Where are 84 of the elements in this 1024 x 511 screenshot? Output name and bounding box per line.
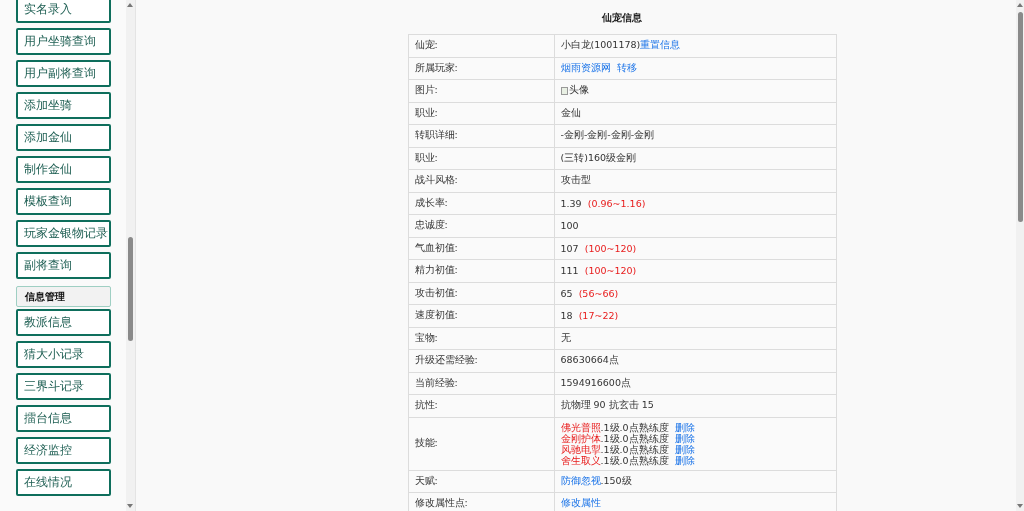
range-note: (17~22) bbox=[578, 310, 619, 322]
sidebar-item[interactable]: 实名录入 bbox=[16, 0, 111, 23]
panel-title: 仙宠信息 bbox=[602, 11, 642, 25]
skill-detail: .1级.0点熟练度 bbox=[600, 421, 669, 433]
field-value: 111 bbox=[560, 265, 579, 277]
skill-detail: .1级.0点熟练度 bbox=[600, 454, 669, 466]
field-value: 小白龙(1001178) bbox=[560, 39, 641, 51]
field-label: 天赋: bbox=[408, 470, 554, 493]
field-value: 1594916600点 bbox=[560, 376, 631, 388]
sidebar-item[interactable]: 制作金仙 bbox=[16, 156, 111, 183]
sidebar-item[interactable]: 擂台信息 bbox=[16, 405, 111, 432]
field-value: 107 bbox=[560, 242, 579, 254]
sidebar-item[interactable]: 模板查询 bbox=[16, 188, 111, 215]
delete-link[interactable]: 删除 bbox=[674, 421, 695, 433]
skill-detail: .1级.0点熟练度 bbox=[600, 443, 669, 455]
scroll-down-icon[interactable] bbox=[1017, 504, 1023, 508]
field-value: 65 bbox=[560, 287, 573, 299]
field-value: -金刚-金刚-金刚-金刚 bbox=[560, 129, 655, 141]
field-label: 技能: bbox=[408, 417, 554, 470]
field-label: 忠诚度: bbox=[408, 214, 554, 237]
scrollbar-thumb[interactable] bbox=[128, 237, 133, 341]
scroll-up-icon[interactable] bbox=[1017, 3, 1023, 7]
field-label: 成长率: bbox=[408, 192, 554, 215]
field-label: 当前经验: bbox=[408, 372, 554, 395]
sidebar-item[interactable]: 在线情况 bbox=[16, 469, 111, 496]
field-label: 所属玩家: bbox=[408, 57, 554, 80]
range-note: (56~66) bbox=[578, 287, 619, 299]
field-label: 职业: bbox=[408, 102, 554, 125]
field-value: 无 bbox=[560, 331, 571, 343]
field-label: 气血初值: bbox=[408, 237, 554, 260]
link[interactable]: 重置信息 bbox=[640, 39, 681, 51]
link[interactable]: 修改属性 bbox=[560, 497, 601, 509]
field-label: 图片: bbox=[408, 79, 554, 102]
field-value: 金仙 bbox=[560, 106, 581, 118]
field-value: 68630664点 bbox=[560, 354, 619, 366]
field-label: 仙宠: bbox=[408, 34, 554, 57]
field-value: 1.39 bbox=[560, 197, 582, 209]
sidebar-item[interactable]: 玩家金银物记录 bbox=[16, 220, 111, 247]
scroll-up-icon[interactable] bbox=[127, 3, 133, 7]
skill-name: 佛光普照 bbox=[560, 421, 601, 433]
field-label: 转职详细: bbox=[408, 124, 554, 147]
scroll-down-icon[interactable] bbox=[127, 504, 133, 508]
broken-image: 头像 bbox=[560, 84, 589, 98]
section-header: 信息管理 bbox=[16, 286, 111, 307]
field-label: 战斗风格: bbox=[408, 169, 554, 192]
sidebar-item[interactable]: 经济监控 bbox=[16, 437, 111, 464]
field-label: 速度初值: bbox=[408, 304, 554, 327]
field-value: (三转)160级金刚 bbox=[560, 151, 637, 163]
page-scrollbar[interactable] bbox=[1016, 0, 1024, 511]
field-label: 宝物: bbox=[408, 327, 554, 350]
scrollbar-thumb[interactable] bbox=[1018, 12, 1023, 222]
skill-name: 风驰电掣 bbox=[560, 443, 601, 455]
sidebar-scrollbar[interactable] bbox=[126, 0, 135, 511]
link[interactable]: 烟雨资源网 bbox=[560, 61, 611, 73]
range-note: (100~120) bbox=[584, 265, 637, 277]
link[interactable]: 转移 bbox=[616, 61, 637, 73]
field-label: 升级还需经验: bbox=[408, 349, 554, 372]
field-value: .150级 bbox=[600, 474, 632, 486]
sidebar-item[interactable]: 三界斗记录 bbox=[16, 373, 111, 400]
field-value: 抗物理 90 抗玄击 15 bbox=[560, 399, 654, 411]
field-value: 18 bbox=[560, 310, 573, 322]
sidebar-item[interactable]: 用户副将查询 bbox=[16, 60, 111, 87]
sidebar-item[interactable]: 猜大小记录 bbox=[16, 341, 111, 368]
delete-link[interactable]: 删除 bbox=[674, 454, 695, 466]
sidebar-item[interactable]: 教派信息 bbox=[16, 309, 111, 336]
field-label: 抗性: bbox=[408, 394, 554, 417]
sidebar-item[interactable]: 用户坐骑查询 bbox=[16, 28, 111, 55]
sidebar-item[interactable]: 添加坐骑 bbox=[16, 92, 111, 119]
field-label: 精力初值: bbox=[408, 259, 554, 282]
skill-name: 舍生取义 bbox=[560, 454, 601, 466]
link[interactable]: 防御忽视 bbox=[560, 474, 601, 486]
skill-name: 金刚护体 bbox=[560, 432, 601, 444]
field-label: 职业: bbox=[408, 147, 554, 170]
skill-detail: .1级.0点熟练度 bbox=[600, 432, 669, 444]
field-label: 攻击初值: bbox=[408, 282, 554, 305]
field-value: 100 bbox=[560, 220, 579, 232]
sidebar-item[interactable]: 副将查询 bbox=[16, 252, 111, 279]
field-value: 攻击型 bbox=[560, 174, 591, 186]
range-note: (0.96~1.16) bbox=[587, 197, 646, 209]
field-label: 修改属性点: bbox=[408, 492, 554, 511]
delete-link[interactable]: 删除 bbox=[674, 443, 695, 455]
delete-link[interactable]: 删除 bbox=[674, 432, 695, 444]
sidebar-item[interactable]: 添加金仙 bbox=[16, 124, 111, 151]
range-note: (100~120) bbox=[584, 242, 637, 254]
